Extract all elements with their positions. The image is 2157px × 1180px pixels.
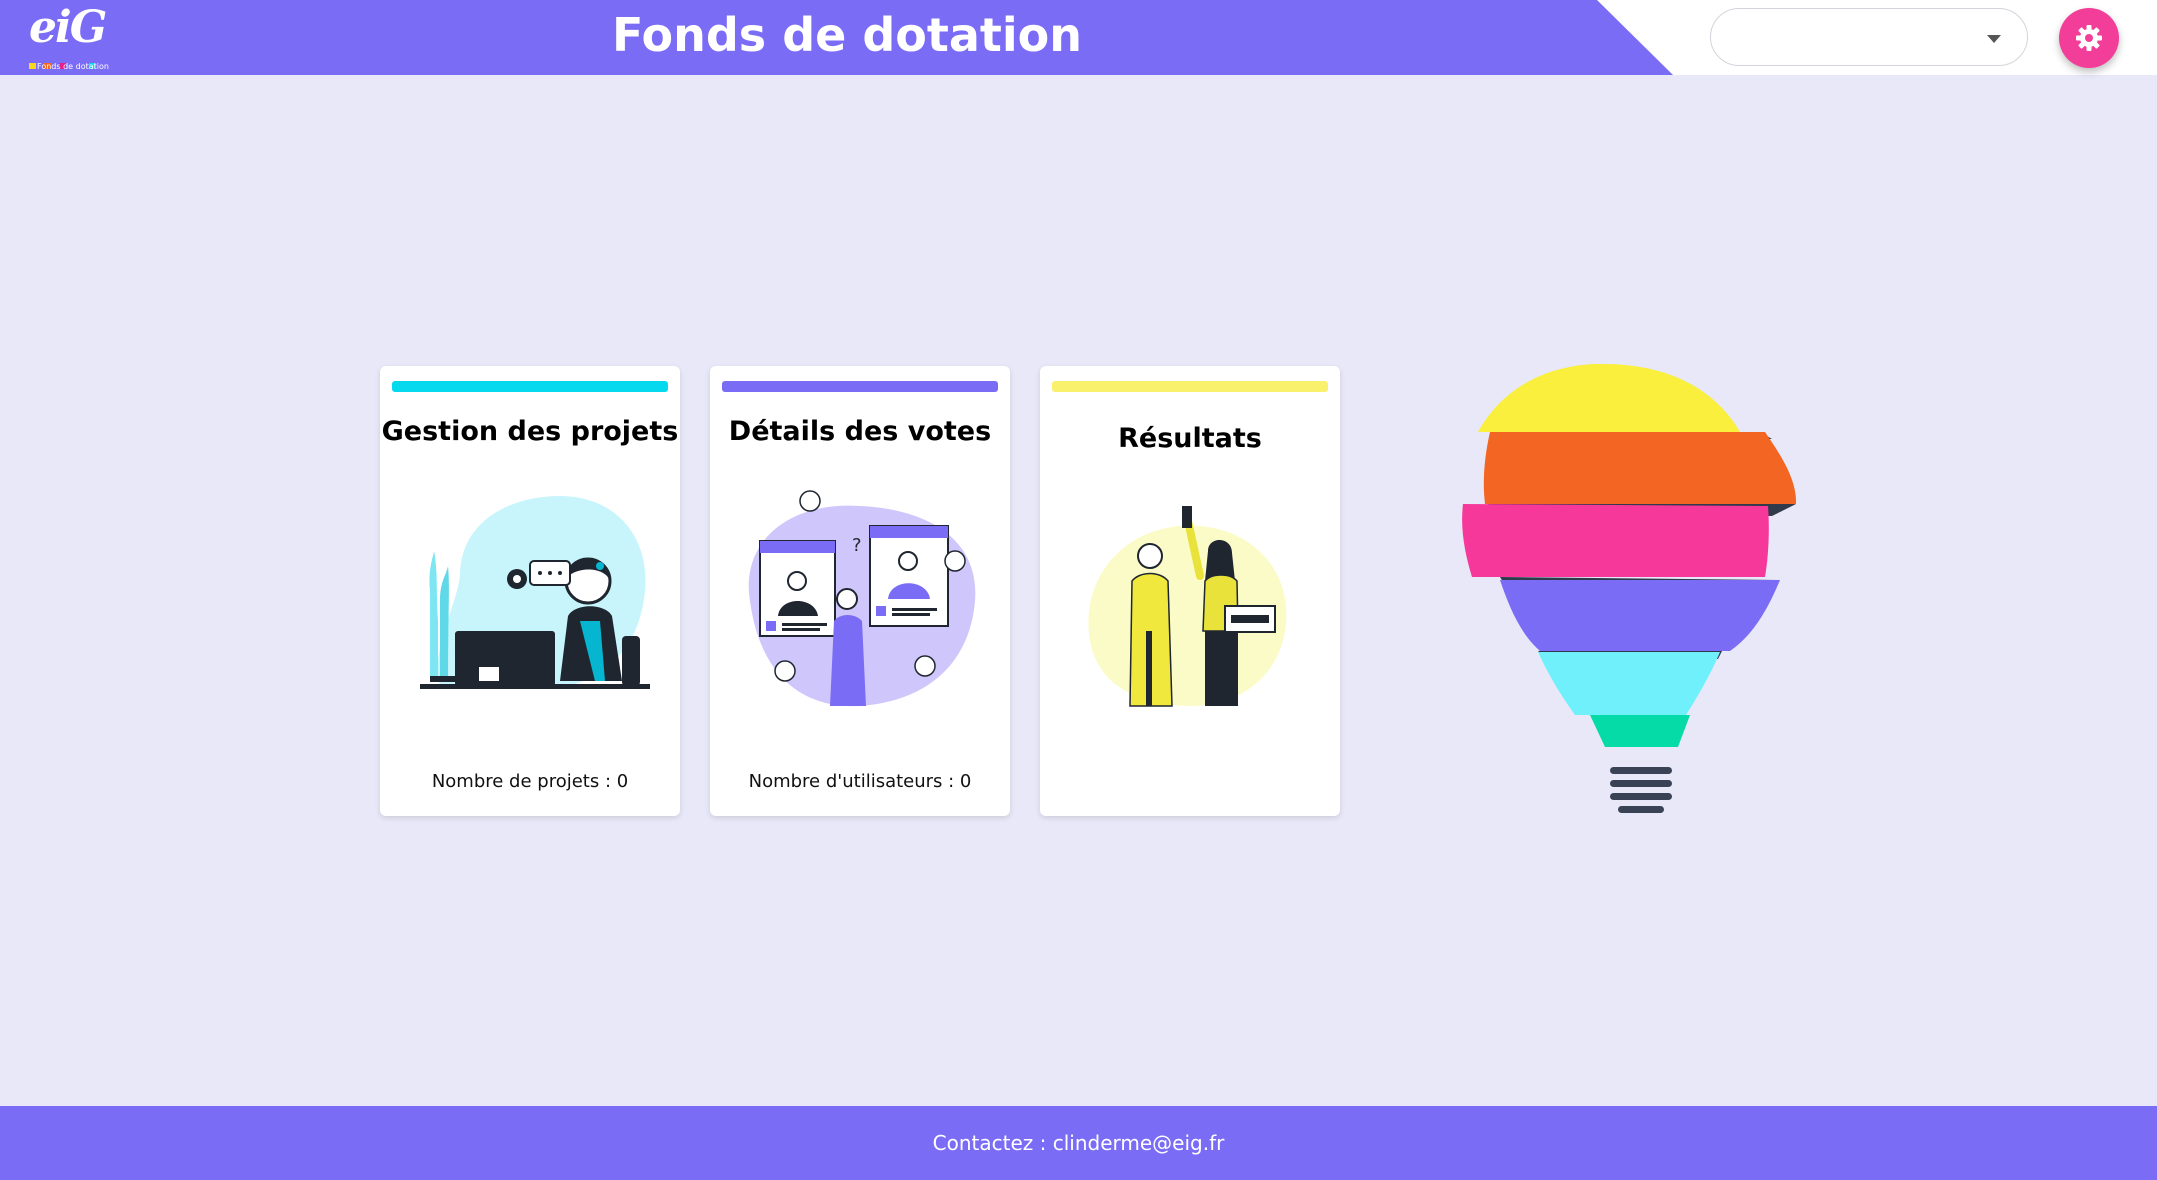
app-header: eiG Fonds de dotation Fonds de dotation: [0, 0, 2157, 75]
app-footer: Contactez : clinderme@eig.fr: [0, 1106, 2157, 1180]
svg-text:?: ?: [852, 535, 862, 556]
call-center-illustration: [400, 481, 660, 721]
card-title: Détails des votes: [728, 416, 992, 447]
settings-button[interactable]: [2059, 8, 2119, 68]
page-title: Fonds de dotation: [611, 8, 1083, 62]
chevron-down-icon: [1987, 35, 2001, 43]
card-results[interactable]: Résultats: [1040, 366, 1340, 816]
card-project-management[interactable]: Gestion des projets Nombre de projets : …: [380, 366, 680, 816]
users-count: Nombre d'utilisateurs : 0: [748, 771, 972, 792]
context-select[interactable]: [1710, 8, 2028, 66]
gear-icon: [2076, 25, 2102, 51]
card-accent-bar: [392, 381, 668, 392]
card-accent-bar: [722, 381, 998, 392]
logo-subtitle: Fonds de dotation: [37, 62, 109, 71]
card-vote-details[interactable]: Détails des votes ? Nombre d'utilisateur…: [710, 366, 1010, 816]
card-title: Gestion des projets: [381, 416, 679, 447]
lightbulb-icon: [1460, 363, 1800, 824]
contact-link[interactable]: Contactez : clinderme@eig.fr: [0, 1131, 2157, 1155]
projects-count: Nombre de projets : 0: [431, 771, 629, 792]
card-title: Résultats: [1118, 423, 1262, 454]
card-accent-bar: [1052, 381, 1328, 392]
vote-illustration: ?: [730, 481, 990, 721]
winners-illustration: [1060, 481, 1320, 721]
